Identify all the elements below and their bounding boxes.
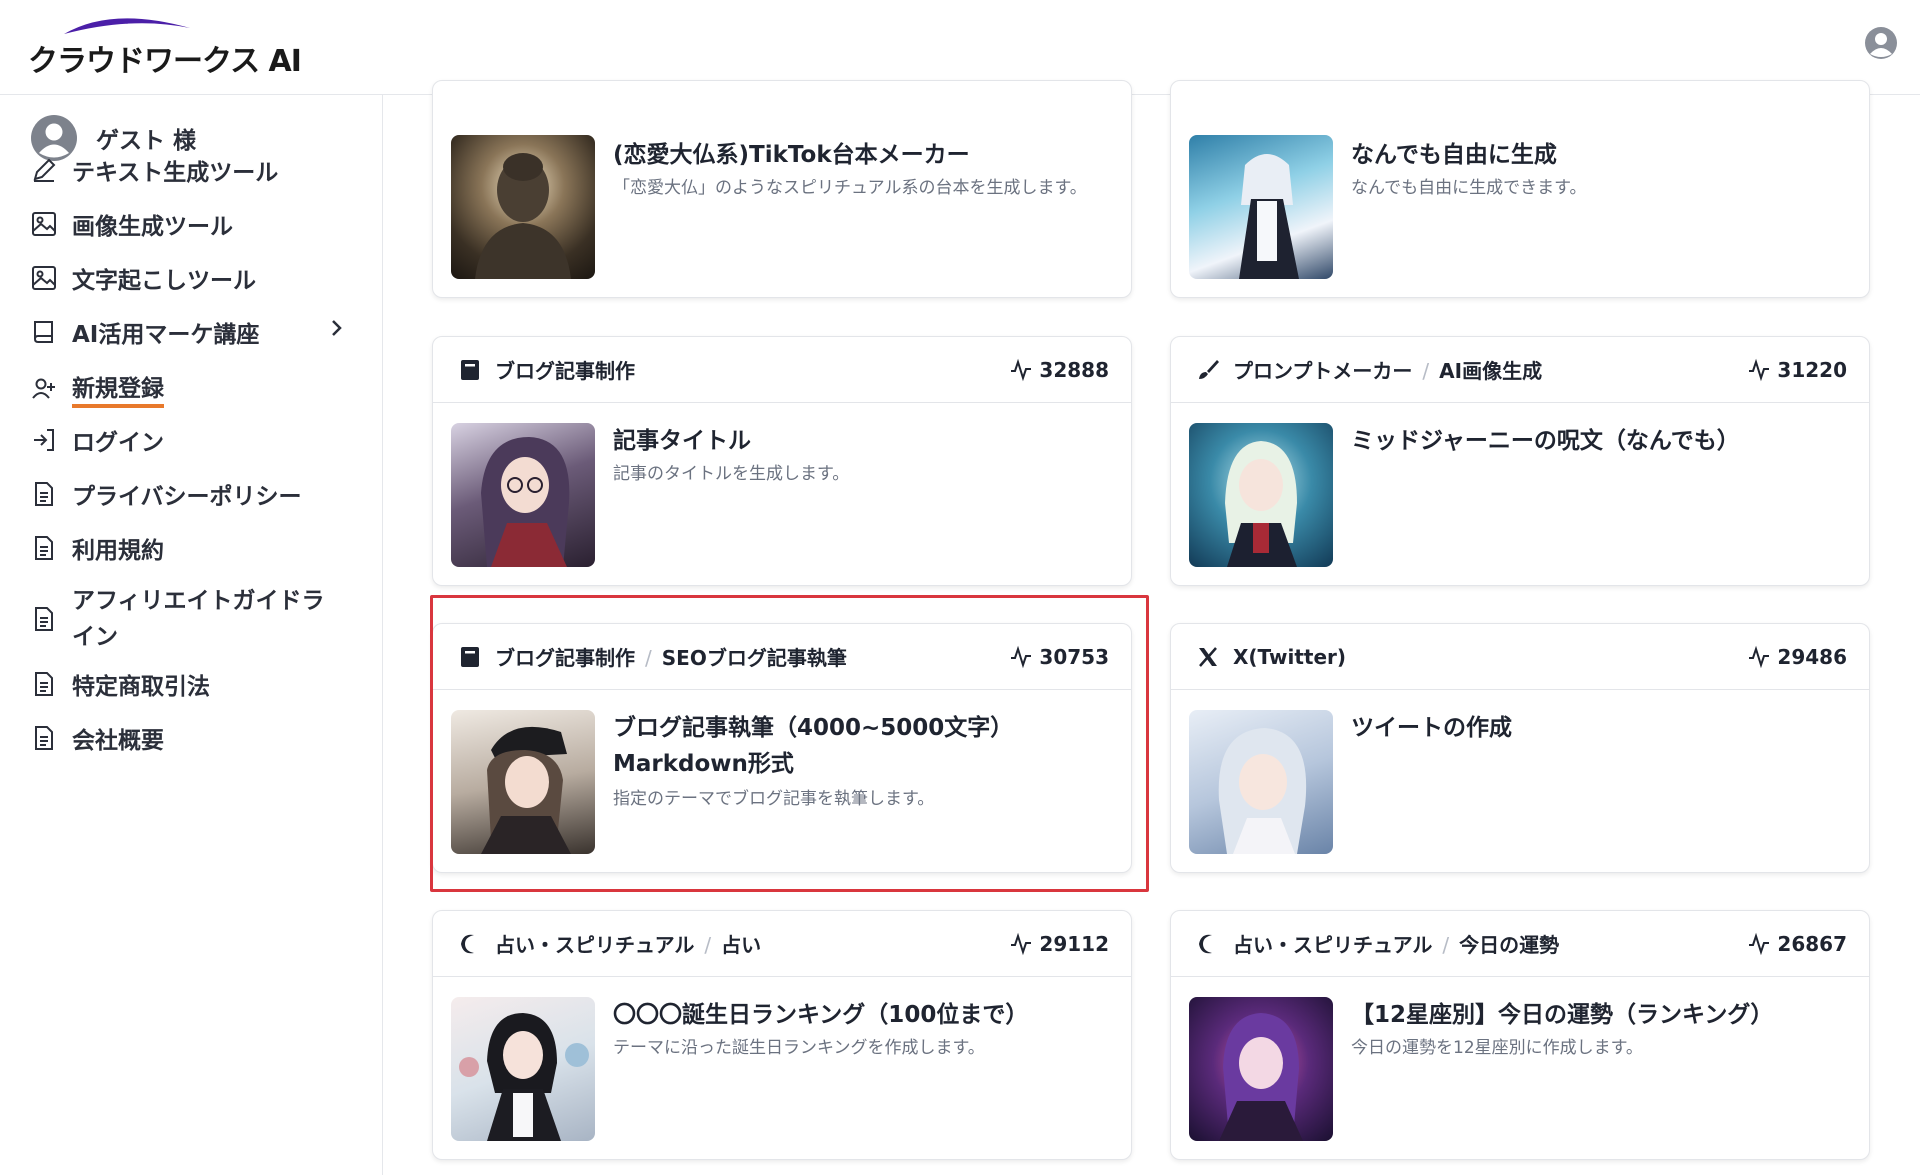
sidebar-item-affiliate-guideline[interactable]: アフィリエイトガイドライン — [30, 583, 342, 655]
x-logo-icon — [1199, 646, 1217, 667]
card-category[interactable]: 占い・スピリチュアル — [1233, 933, 1432, 957]
sidebar-item-label: 特定商取引法 — [72, 674, 210, 700]
logo-text: クラウドワークス AI — [28, 44, 302, 79]
document-icon — [35, 482, 53, 506]
sidebar-item-label: AI活用マーケ講座 — [72, 322, 260, 348]
sidebar-item-transcription-tools[interactable]: 文字起こしツール — [30, 261, 256, 295]
sidebar-item-commercial-law[interactable]: 特定商取引法 — [30, 667, 210, 701]
anime-maid-thumbnail — [1189, 135, 1333, 279]
card-header: 占い・スピリチュアル / 今日の運勢 26867 — [1171, 911, 1869, 977]
logo-swoosh-icon — [64, 18, 190, 34]
card-description: なんでも自由に生成できます。 — [1351, 178, 1587, 198]
brush-icon — [1199, 359, 1219, 379]
card-title: 【12星座別】今日の運勢（ランキング） — [1351, 1002, 1774, 1028]
app-logo[interactable]: クラウドワークス AI — [28, 14, 302, 79]
usage-count: 26867 — [1747, 932, 1847, 956]
card-subcategory[interactable]: AI画像生成 — [1439, 359, 1542, 383]
anime-girl-thumbnail — [1189, 997, 1333, 1141]
moon-icon — [461, 934, 474, 953]
card-subcategory[interactable]: 今日の運勢 — [1459, 933, 1559, 957]
card-title: (恋愛大仏系)TikTok台本メーカー — [613, 142, 970, 168]
sidebar-item-login[interactable]: ログイン — [30, 423, 164, 457]
sidebar-item-label: ログイン — [72, 430, 164, 456]
anime-maid-thumbnail — [1189, 423, 1333, 567]
tool-card[interactable]: 占い・スピリチュアル / 今日の運勢 26867 【12星座別】今日の運勢（ランキン… — [1170, 910, 1870, 1160]
sidebar-item-text-tools[interactable]: テキスト生成ツール — [30, 153, 278, 187]
image-icon — [32, 266, 56, 290]
sidebar-item-label: 利用規約 — [72, 538, 164, 564]
sidebar-item-label: 画像生成ツール — [72, 214, 233, 240]
document-icon — [35, 726, 53, 750]
card-description: 記事のタイトルを生成します。 — [613, 464, 850, 484]
sidebar-item-label: アフィリエイトガイドライン — [72, 588, 325, 650]
tool-card[interactable]: ブログ記事制作 32888 記事タイトル 記事のタイトルを生成します。 — [432, 336, 1132, 586]
pencil-icon — [33, 158, 56, 182]
anime-girl-thumbnail — [1189, 710, 1333, 854]
tool-card[interactable]: なんでも自由に生成 なんでも自由に生成できます。 — [1170, 80, 1870, 298]
document-icon — [35, 607, 53, 631]
user-name: ゲスト 様 — [96, 128, 197, 154]
card-subcategory[interactable]: 占い — [721, 933, 761, 957]
book-icon — [461, 359, 479, 380]
sidebar-item-label: プライバシーポリシー — [72, 484, 302, 510]
sidebar-item-privacy-policy[interactable]: プライバシーポリシー — [30, 477, 302, 511]
chevron-right-icon[interactable] — [325, 317, 347, 339]
activity-icon — [1011, 932, 1032, 955]
card-category[interactable]: X(Twitter) — [1233, 645, 1346, 669]
highlight-box — [430, 595, 1149, 892]
card-description: テーマに沿った誕生日ランキングを作成します。 — [613, 1038, 985, 1058]
anime-maid-thumbnail — [451, 997, 595, 1141]
usage-count: 29112 — [1009, 932, 1109, 956]
anime-girl-thumbnail — [451, 423, 595, 567]
usage-count: 29486 — [1747, 645, 1847, 669]
card-title: なんでも自由に生成 — [1351, 142, 1557, 168]
tool-card[interactable]: 占い・スピリチュアル / 占い 29112 〇〇〇誕生日ランキング（100位まで） … — [432, 910, 1132, 1160]
card-description: 今日の運勢を12星座別に作成します。 — [1351, 1038, 1643, 1058]
card-header: 占い・スピリチュアル / 占い 29112 — [433, 911, 1131, 977]
login-icon — [34, 429, 54, 451]
sidebar-item-register[interactable]: 新規登録 — [30, 369, 164, 408]
usage-count: 32888 — [1009, 358, 1109, 382]
user-plus-icon — [32, 378, 55, 399]
card-category[interactable]: プロンプトメーカー — [1233, 359, 1412, 383]
tool-card[interactable]: プロンプトメーカー / AI画像生成 31220 ミッドジャーニーの呪文（なんでも） — [1170, 336, 1870, 586]
buddha-thumbnail — [451, 135, 595, 279]
card-title: ミッドジャーニーの呪文（なんでも） — [1351, 428, 1740, 454]
sidebar-item-marketing-course[interactable]: AI活用マーケ講座 — [30, 315, 259, 349]
tool-card[interactable]: (恋愛大仏系)TikTok台本メーカー 「恋愛大仏」のようなスピリチュアル系の台… — [432, 80, 1132, 298]
sidebar-item-label: 文字起こしツール — [72, 268, 256, 294]
card-header: プロンプトメーカー / AI画像生成 31220 — [1171, 337, 1869, 403]
sidebar-item-image-tools[interactable]: 画像生成ツール — [30, 207, 233, 241]
sidebar: ゲスト 様 テキスト生成ツール 画像生成ツール 文字起こしツール AI活用マーケ… — [0, 95, 383, 1175]
activity-icon — [1011, 358, 1032, 381]
moon-icon — [1199, 934, 1212, 953]
image-icon — [32, 212, 56, 236]
card-description: 「恋愛大仏」のようなスピリチュアル系の台本を生成します。 — [613, 178, 1087, 198]
document-icon — [35, 672, 53, 696]
sidebar-item-label: テキスト生成ツール — [72, 160, 279, 186]
sidebar-item-company[interactable]: 会社概要 — [30, 721, 164, 755]
book-icon — [34, 321, 53, 343]
usage-count: 31220 — [1747, 358, 1847, 382]
document-icon — [35, 536, 53, 560]
card-category[interactable]: ブログ記事制作 — [495, 359, 635, 383]
card-title: 記事タイトル — [613, 428, 751, 454]
sidebar-item-label: 新規登録 — [72, 369, 164, 408]
card-title: ツイートの作成 — [1351, 715, 1512, 741]
sidebar-item-terms[interactable]: 利用規約 — [30, 531, 164, 565]
card-header: X(Twitter) 29486 — [1171, 624, 1869, 690]
card-header: ブログ記事制作 32888 — [433, 337, 1131, 403]
account-avatar-icon[interactable] — [1864, 26, 1898, 60]
activity-icon — [1749, 932, 1770, 955]
card-title: 〇〇〇誕生日ランキング（100位まで） — [613, 1002, 1029, 1028]
tool-card[interactable]: X(Twitter) 29486 ツイートの作成 — [1170, 623, 1870, 873]
card-category[interactable]: 占い・スピリチュアル — [495, 933, 694, 957]
sidebar-item-label: 会社概要 — [72, 728, 164, 754]
activity-icon — [1749, 358, 1770, 381]
activity-icon — [1749, 645, 1770, 668]
